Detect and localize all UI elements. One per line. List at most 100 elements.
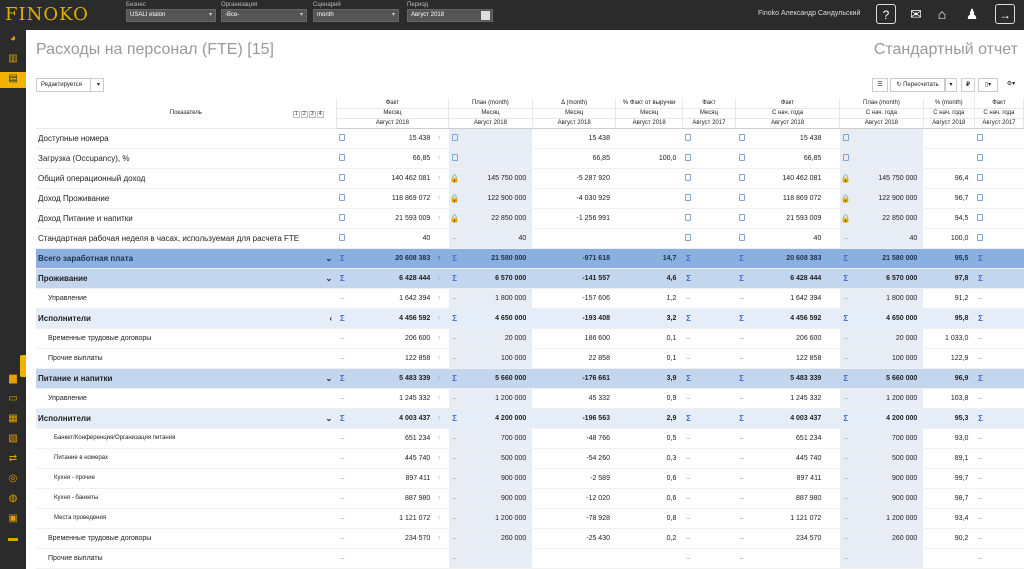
table-row[interactable]: Временные трудовые договоры –206 600 ↑ –20 … [36,328,1024,349]
plan-month-cell[interactable]: 700 000 [460,428,533,449]
plan-month-cell[interactable]: 6 570 000 [460,268,533,289]
collapse-chevron-icon[interactable]: ⌄ [326,274,333,283]
plan-month-cell[interactable] [460,148,533,169]
plan-month-cell[interactable] [460,548,533,569]
recalculate-button[interactable]: ↻ Пересчитать [890,78,945,92]
edit-mode-dropdown[interactable]: Редактируется ▾ [36,78,104,92]
table-row[interactable]: Прочие выплаты –122 858 ↑ –100 000 22 858 0,1… [36,348,1024,369]
organization-filter[interactable]: Организация -Все- ▾ [221,2,307,22]
plan-ytd-cell[interactable]: 145 750 000 [851,168,924,189]
table-row[interactable]: Доход Проживание 118 869 072 ↑ 🔒 122 900 000… [36,188,1024,209]
plan-ytd-cell[interactable]: 21 580 000 [851,248,924,269]
bank-icon[interactable]: ▥ [5,52,21,66]
plan-ytd-cell[interactable]: 900 000 [851,488,924,509]
table-row[interactable]: Банкет/Конференция/Организация питания –6… [36,428,1024,449]
database-icon[interactable]: ◍ [5,492,21,506]
table-row[interactable]: Питание в номерах –445 740 ↑ –500 000 -54 26… [36,448,1024,469]
collapse-chevron-icon[interactable]: ⌄ [326,374,333,383]
help-icon[interactable]: ? [876,4,896,24]
plan-month-cell[interactable]: 260 000 [460,528,533,549]
pawn-icon[interactable]: ♟ [962,4,982,24]
level-button-1[interactable]: 1 [292,111,300,118]
currency-button[interactable]: ₽ [961,78,975,92]
table-row[interactable]: Доход Питание и напитки 21 593 009 ↑ 🔒 22 85… [36,208,1024,229]
plan-ytd-cell[interactable]: 260 000 [851,528,924,549]
presentation-icon[interactable]: ▭ [5,392,21,406]
user-name[interactable]: Finoko Александр Сандульский [758,10,860,17]
bar-chart-icon[interactable]: ▆ [5,372,21,386]
plan-ytd-cell[interactable]: 20 000 [851,328,924,349]
home-icon[interactable]: ⌂ [932,4,952,24]
plan-ytd-cell[interactable]: 40 [851,228,924,249]
calculator-icon[interactable]: ▦ [5,412,21,426]
settings-gear-icon[interactable]: ⚙▾ [1001,78,1021,92]
plan-month-cell[interactable]: 500 000 [460,448,533,469]
level-button-4[interactable]: 4 [316,111,324,118]
plan-ytd-cell[interactable] [851,548,924,569]
plan-ytd-cell[interactable]: 700 000 [851,428,924,449]
collapse-chevron-icon[interactable]: ⌄ [326,414,333,423]
table-row[interactable]: Стандартная рабочая неделя в часах, испо… [36,228,1024,249]
plan-month-cell[interactable]: 21 580 000 [460,248,533,269]
period-filter[interactable]: Период Август 2018 [407,2,493,22]
scenario-filter[interactable]: Сценарий month ▾ [313,2,399,22]
table-row[interactable]: Места проведения –1 121 072 ↑ –1 200 000 -78… [36,508,1024,529]
plan-month-cell[interactable]: 145 750 000 [460,168,533,189]
plan-month-cell[interactable]: 5 660 000 [460,368,533,389]
plan-ytd-cell[interactable]: 122 900 000 [851,188,924,209]
plan-ytd-cell[interactable]: 100 000 [851,348,924,369]
plan-ytd-cell[interactable]: 1 200 000 [851,508,924,529]
expand-left-icon[interactable]: ‹ [330,314,333,323]
receipt-icon[interactable]: ▧ [5,432,21,446]
table-row[interactable]: Питание и напитки ⌄ Σ 5 483 339 ↑ Σ 5 660 000-… [36,368,1024,389]
plan-ytd-cell[interactable]: 1 800 000 [851,288,924,309]
calendar-icon[interactable] [481,11,490,20]
plan-month-cell[interactable]: 1 800 000 [460,288,533,309]
plan-month-cell[interactable]: 40 [460,228,533,249]
plan-ytd-cell[interactable]: 4 650 000 [851,308,924,329]
coins-icon[interactable]: ◎ [5,472,21,486]
plan-month-cell[interactable]: 900 000 [460,468,533,489]
table-row[interactable]: Временные трудовые договоры –234 570 ↑ –260… [36,528,1024,549]
plan-ytd-cell[interactable]: 5 660 000 [851,368,924,389]
plan-month-cell[interactable]: 1 200 000 [460,388,533,409]
plan-ytd-cell[interactable]: 900 000 [851,468,924,489]
plan-month-cell[interactable]: 100 000 [460,348,533,369]
plan-month-cell[interactable]: 20 000 [460,328,533,349]
plan-ytd-cell[interactable]: 1 200 000 [851,388,924,409]
plan-ytd-cell[interactable] [851,128,924,149]
table-row[interactable]: Общий операционный доход 140 462 081 ↑ 🔒 145… [36,168,1024,189]
table-row[interactable]: Кухня - банкеты –887 980 ↑ –900 000 -12 020 0… [36,488,1024,509]
business-filter[interactable]: Бизнес USALI etalon ▾ [126,2,216,22]
table-row[interactable]: Исполнители ‹ Σ 4 456 592 ↑ Σ 4 650 000 -193 40… [36,308,1024,329]
table-row[interactable]: Доступные номера 15 438 ↑ 15 438 15 438 [36,128,1024,149]
table-row[interactable]: Проживание ⌄ Σ 6 428 444 ↑ Σ 6 570 000 -141 557… [36,268,1024,289]
plan-month-cell[interactable]: 1 200 000 [460,508,533,529]
transfer-icon[interactable]: ⇄ [5,452,21,466]
table-row[interactable]: Управление –1 245 332 ↑ –1 200 000 45 332 0,9… [36,388,1024,409]
plan-ytd-cell[interactable]: 22 850 000 [851,208,924,229]
plan-month-cell[interactable]: 900 000 [460,488,533,509]
dashboard-icon[interactable]: ◕ [5,32,21,46]
plan-month-cell[interactable]: 4 200 000 [460,408,533,429]
plan-ytd-cell[interactable]: 500 000 [851,448,924,469]
plan-month-cell[interactable]: 4 650 000 [460,308,533,329]
calendar-icon[interactable]: ▣ [5,512,21,526]
table-row[interactable]: Загрузка (Occupancy), % 66,85 ↑ 66,85 100,0 6… [36,148,1024,169]
wallet-icon[interactable]: ▬ [5,532,21,546]
plan-ytd-cell[interactable]: 4 200 000 [851,408,924,429]
table-row[interactable]: Кухня - прочие –897 411 ↑ –900 000 -2 589 0,6… [36,468,1024,489]
collapse-chevron-icon[interactable]: ⌄ [326,254,333,263]
app-logo[interactable]: FINOKO [5,4,89,25]
plan-month-cell[interactable] [460,128,533,149]
recalculate-dropdown[interactable]: ▾ [945,78,957,92]
plan-ytd-cell[interactable]: 6 570 000 [851,268,924,289]
table-row[interactable]: Управление –1 642 394 ↑ –1 800 000 -157 606 1… [36,288,1024,309]
reports-icon[interactable]: ▤ [0,72,26,88]
table-row[interactable]: Всего заработная плата ⌄ Σ 20 608 383 ↑ Σ 21 5… [36,248,1024,269]
table-row[interactable]: Прочие выплаты – – – – – – [36,548,1024,569]
plan-month-cell[interactable]: 22 850 000 [460,208,533,229]
logout-icon[interactable]: → [995,4,1015,24]
level-button-2[interactable]: 2 [300,111,308,118]
level-button-3[interactable]: 3 [308,111,316,118]
